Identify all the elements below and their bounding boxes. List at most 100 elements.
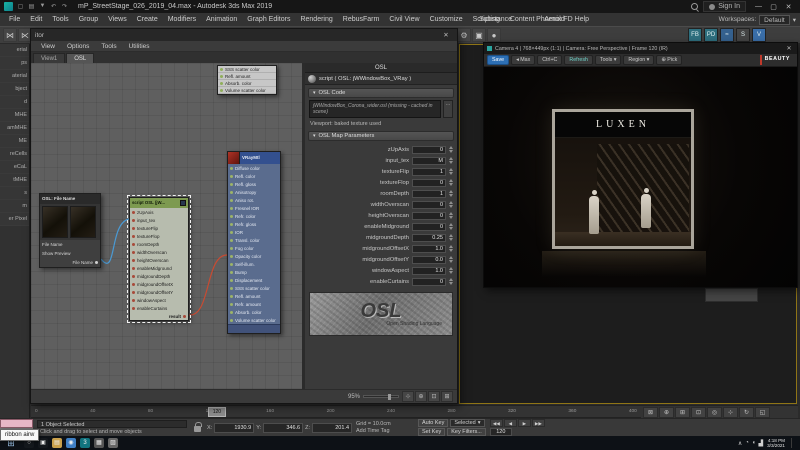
panel-row[interactable]: ME: [0, 135, 29, 148]
material-title-bar[interactable]: script ( OSL: jWWindowBox_VRay ): [305, 73, 457, 85]
node-canvas[interactable]: SSS scatter colorRefl. amountAbsorb. col…: [31, 63, 302, 389]
vfb-title-bar[interactable]: Camera 4 | 768×449px (1:1) | Camera: Fre…: [484, 43, 797, 54]
copy-button[interactable]: Ctrl+C: [537, 55, 562, 65]
panel-row[interactable]: MHE: [0, 109, 29, 122]
panel-row[interactable]: erial: [0, 44, 29, 57]
spinner-control[interactable]: [449, 278, 453, 285]
spinner-control[interactable]: [449, 256, 453, 263]
tools-dropdown[interactable]: Tools ▾: [595, 55, 622, 65]
node-socket[interactable]: [183, 315, 186, 318]
node-socket[interactable]: [230, 239, 233, 242]
material-node-fragment[interactable]: SSS scatter colorRefl. amountAbsorb. col…: [217, 65, 277, 95]
undo-icon[interactable]: ↶: [49, 3, 58, 10]
menu-item[interactable]: Tools: [47, 16, 73, 23]
node-socket[interactable]: [230, 279, 233, 282]
notification-area[interactable]: [791, 438, 797, 448]
app-icon[interactable]: ▨: [108, 438, 118, 448]
x-coordinate-field[interactable]: 1930.9: [214, 423, 254, 433]
spinner-control[interactable]: [449, 179, 453, 186]
node-socket[interactable]: [230, 263, 233, 266]
spinner-control[interactable]: [449, 223, 453, 230]
zoom-view-icon[interactable]: ⊕: [415, 391, 427, 402]
panel-row[interactable]: s: [0, 187, 29, 200]
menu-item[interactable]: RebusFarm: [338, 16, 385, 23]
node-socket[interactable]: [132, 283, 135, 286]
spinner-control[interactable]: [449, 212, 453, 219]
current-frame-field[interactable]: 120: [490, 428, 512, 436]
node-socket[interactable]: [230, 199, 233, 202]
node-socket[interactable]: [230, 223, 233, 226]
parameter-value-field[interactable]: 0: [412, 146, 446, 154]
node-socket[interactable]: [132, 251, 135, 254]
redo-icon[interactable]: ↷: [60, 3, 69, 10]
panel-row[interactable]: amMHE: [0, 122, 29, 135]
menu-item[interactable]: Edit: [25, 16, 47, 23]
node-socket[interactable]: [220, 82, 223, 85]
spinner-control[interactable]: [449, 201, 453, 208]
3ds-max-logo-icon[interactable]: [4, 2, 13, 11]
pan-view-icon[interactable]: ⊹: [402, 391, 414, 402]
osl-map-parameters-rollout[interactable]: ▾OSL Map Parameters: [308, 131, 454, 141]
node-socket[interactable]: [230, 295, 233, 298]
minimize-button[interactable]: —: [751, 3, 766, 11]
osl-code-file-field[interactable]: jWWindowBox_Corona_wider.osl (missing - …: [309, 100, 441, 118]
node-socket[interactable]: [95, 261, 98, 264]
node-socket[interactable]: [220, 75, 223, 78]
search-icon[interactable]: [691, 3, 698, 10]
y-coordinate-field[interactable]: 346.6: [263, 423, 303, 433]
slate-view-tab[interactable]: View1: [33, 53, 65, 63]
menu-item[interactable]: Customize: [425, 16, 468, 23]
parameter-value-field[interactable]: 1.0: [412, 245, 446, 253]
panel-row[interactable]: er Pixel: [0, 213, 29, 226]
max-button[interactable]: ◂ Max: [511, 55, 535, 65]
node-socket[interactable]: [132, 267, 135, 270]
node-socket[interactable]: [230, 319, 233, 322]
panel-row[interactable]: reCells: [0, 148, 29, 161]
menu-item[interactable]: Animation: [201, 16, 242, 23]
node-socket[interactable]: [230, 183, 233, 186]
node-socket[interactable]: [220, 68, 223, 71]
key-filters-button[interactable]: Key Filters...: [447, 428, 486, 436]
zoom-region-icon[interactable]: ⊡: [428, 391, 440, 402]
workspace-value[interactable]: Default: [759, 15, 790, 25]
region-dropdown[interactable]: Region ▾: [623, 55, 654, 65]
save-file-icon[interactable]: ▼: [38, 3, 47, 10]
vraymtl-node-header[interactable]: VRayMtl: [228, 152, 280, 164]
osl-filename-node-title[interactable]: OSL: File Name: [40, 194, 100, 204]
panel-row[interactable]: d: [0, 96, 29, 109]
app-icon[interactable]: ▦: [94, 438, 104, 448]
slate-view-tab[interactable]: OSL: [66, 53, 94, 63]
select-and-link-icon[interactable]: ⋈: [3, 28, 17, 42]
save-button[interactable]: Save: [487, 55, 509, 65]
parameter-value-field[interactable]: 0.0: [412, 256, 446, 264]
spinner-control[interactable]: [449, 234, 453, 241]
render-icon[interactable]: ●: [487, 28, 501, 42]
parameter-value-field[interactable]: 0: [412, 223, 446, 231]
osl-script-node-header[interactable]: script OSL (jW...: [130, 198, 188, 208]
panel-row[interactable]: aterial: [0, 70, 29, 83]
spinner-control[interactable]: [449, 267, 453, 274]
menu-item[interactable]: Rendering: [295, 16, 337, 23]
node-socket[interactable]: [230, 271, 233, 274]
spinner-control[interactable]: [449, 245, 453, 252]
parameter-value-field[interactable]: 0: [412, 212, 446, 220]
node-socket[interactable]: [230, 191, 233, 194]
tray-expand-icon[interactable]: ∧: [738, 440, 742, 447]
node-socket[interactable]: [230, 215, 233, 218]
node-socket[interactable]: [220, 89, 223, 92]
field-of-view-icon[interactable]: ◎: [707, 407, 722, 418]
osl-script-node[interactable]: script OSL (jW... zUpAxisinput_textextur…: [129, 197, 189, 321]
slate-menu-item[interactable]: Utilities: [123, 43, 156, 50]
slate-menu-item[interactable]: View: [35, 43, 61, 50]
vraymtl-node[interactable]: VRayMtl Diffuse colorRefl. colorRefl. gl…: [227, 151, 281, 334]
phoenix-ocean-icon[interactable]: ≈: [720, 28, 734, 42]
time-slider[interactable]: 04080120160200240280320360400 120: [31, 405, 641, 418]
slate-menu-item[interactable]: Tools: [95, 43, 122, 50]
previous-frame-icon[interactable]: ◀: [504, 419, 517, 427]
close-button[interactable]: ✕: [781, 3, 796, 11]
volume-icon[interactable]: ◖: [752, 440, 756, 447]
node-socket[interactable]: [132, 227, 135, 230]
go-to-start-icon[interactable]: ◀◀: [490, 419, 503, 427]
node-socket[interactable]: [132, 259, 135, 262]
plugin-toolbar-label[interactable]: Phoenix FD: [531, 16, 578, 23]
